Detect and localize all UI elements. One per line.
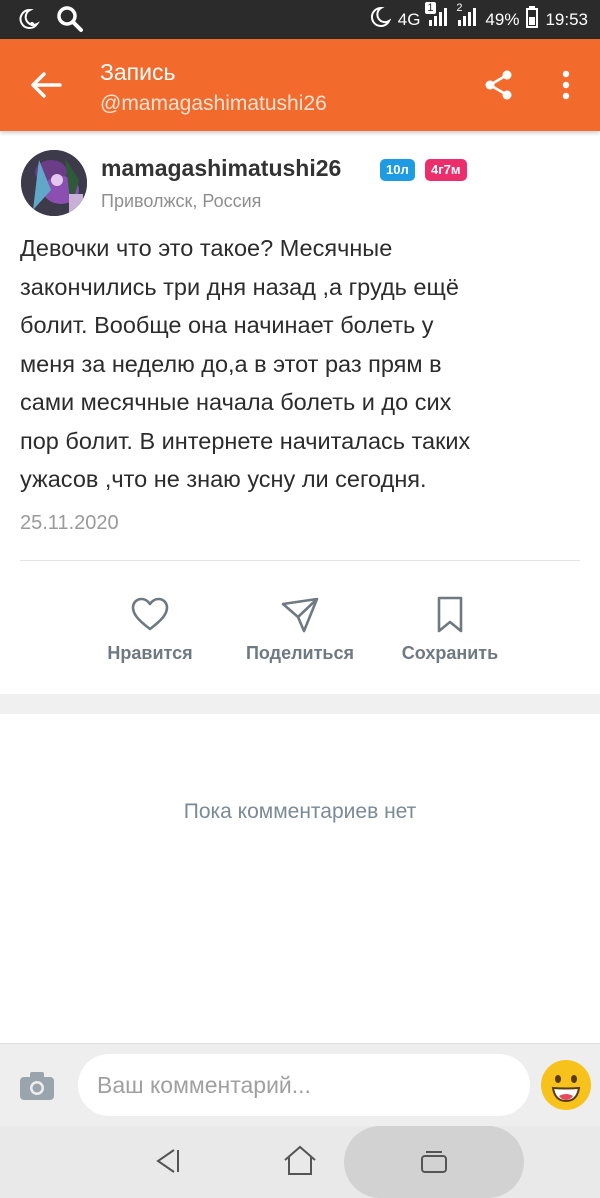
comment-input[interactable]: [78, 1054, 530, 1116]
page-title: Запись: [100, 59, 176, 85]
comment-composer: [0, 1043, 600, 1126]
battery-level: 49%: [485, 9, 520, 29]
app-toolbar: Запись @mamagashimatushi26: [0, 39, 600, 131]
post-author-name[interactable]: mamagashimatushi26: [101, 155, 341, 182]
signal-sim2-icon: 2: [456, 2, 478, 33]
share-button[interactable]: [484, 69, 514, 101]
section-separator: [0, 694, 600, 714]
author-location: Приволжск, Россия: [101, 191, 262, 211]
page-subtitle: @mamagashimatushi26: [100, 92, 327, 115]
like-button[interactable]: Нравится: [100, 595, 200, 664]
nav-back-icon: [156, 1149, 179, 1173]
share-icon: [485, 70, 512, 100]
attach-photo-button[interactable]: [18, 1070, 56, 1102]
app-screen: 4G 1 2 49% 19:53 Запись @mamagashimatush…: [0, 0, 600, 1198]
sim1-label: 1: [425, 2, 436, 14]
send-icon: [280, 595, 320, 635]
more-vertical-icon: [562, 70, 570, 100]
avatar[interactable]: [21, 150, 87, 216]
emoji-button[interactable]: [540, 1059, 592, 1111]
age-badge: 10л: [380, 159, 415, 181]
save-label: Сохранить: [401, 643, 499, 663]
battery-icon: [526, 6, 539, 33]
recent-apps-icon: [421, 1151, 447, 1173]
signal-sim1-icon: 1: [425, 2, 449, 33]
sim2-label: 2: [456, 2, 463, 14]
system-navigation-bar: [0, 1126, 600, 1198]
status-right: 4G 1 2 49% 19:53: [369, 2, 588, 33]
nav-recent-apps-button[interactable]: [418, 1148, 450, 1176]
membership-time-badge: 4г7м: [425, 159, 467, 181]
nav-back-button[interactable]: [152, 1146, 182, 1176]
heart-icon: [130, 595, 170, 635]
status-left: [16, 5, 84, 38]
post-body: Девочки что это такое? Месячные закончил…: [20, 235, 471, 492]
share-post-button[interactable]: Поделиться: [238, 595, 362, 664]
smiley-icon: [541, 1060, 591, 1110]
back-button[interactable]: [28, 67, 64, 103]
status-bar: 4G 1 2 49% 19:53: [0, 0, 600, 39]
save-button[interactable]: Сохранить: [394, 595, 506, 664]
post-date: 25.11.2020: [20, 512, 119, 534]
nav-home-button[interactable]: [282, 1144, 318, 1178]
share-label: Поделиться: [245, 643, 355, 663]
search-icon: [56, 5, 84, 38]
like-label: Нравится: [107, 643, 193, 663]
clock: 19:53: [545, 9, 588, 29]
network-type: 4G: [397, 9, 421, 29]
moon-icon: [369, 6, 392, 33]
more-options-button[interactable]: [552, 69, 580, 101]
arrow-left-icon: [31, 72, 62, 98]
camera-icon: [20, 1072, 54, 1100]
home-icon: [284, 1145, 316, 1175]
divider: [20, 560, 580, 561]
bookmark-icon: [430, 595, 470, 635]
empty-comments-message: Пока комментариев нет: [183, 800, 417, 823]
do-not-disturb-icon: [16, 7, 40, 36]
